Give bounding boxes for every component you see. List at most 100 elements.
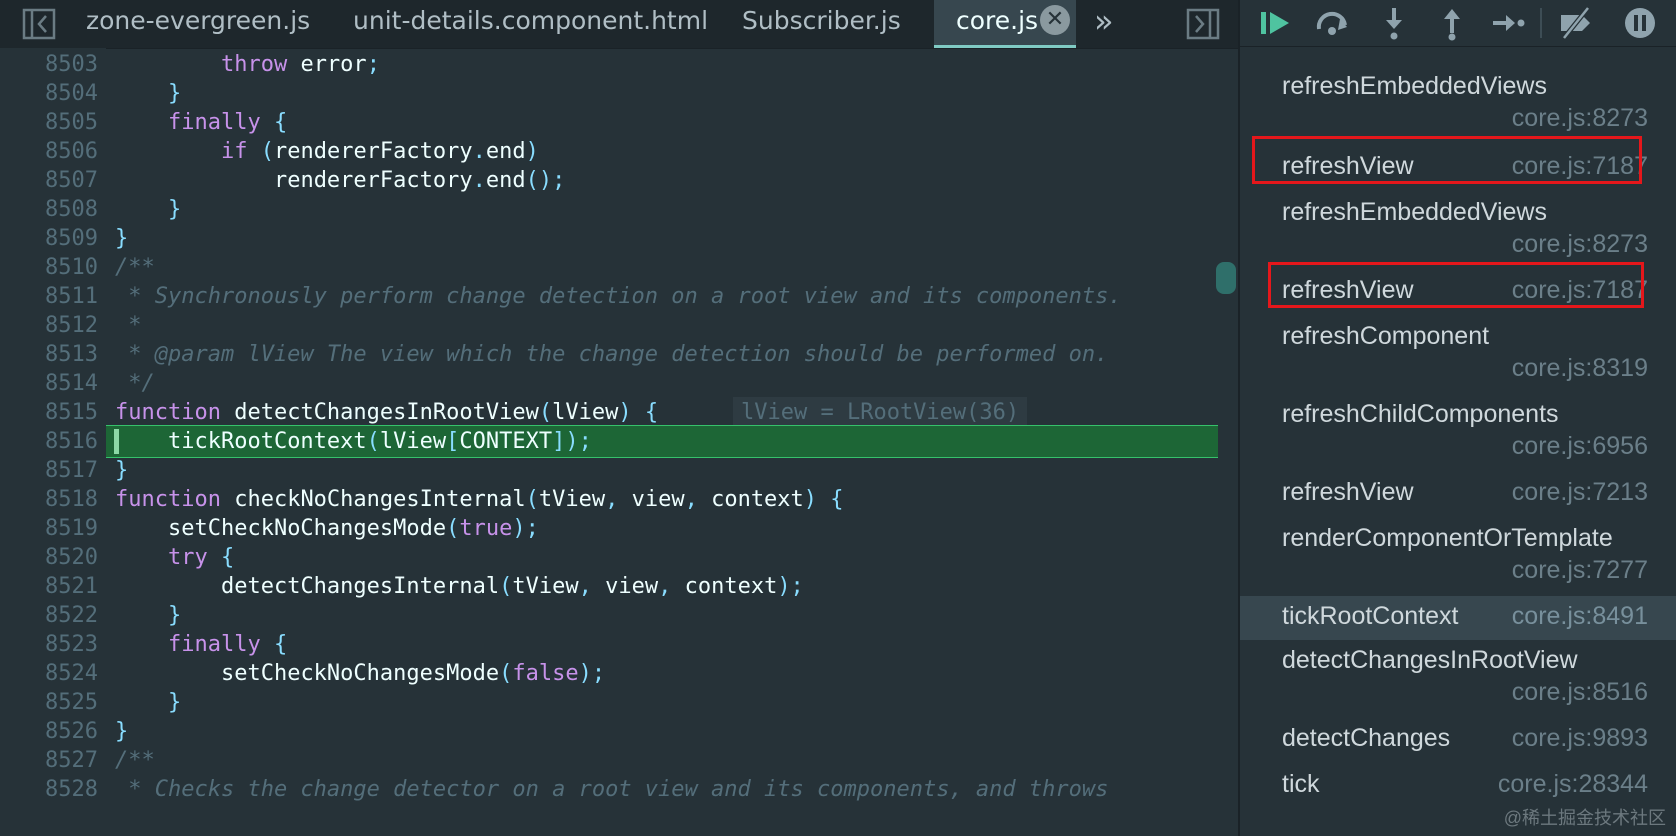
call-stack-frame[interactable]: detectChanges core.js:9893: [1240, 718, 1676, 764]
frame-location[interactable]: core.js:28344: [1498, 770, 1648, 799]
line-number[interactable]: 8513: [0, 339, 98, 370]
frame-location[interactable]: core.js:7277: [1512, 556, 1648, 585]
code-text[interactable]: setCheckNoChangesMode(false);: [115, 658, 605, 689]
code-line: 8523 finally {: [0, 629, 1240, 660]
frame-location[interactable]: core.js:8273: [1512, 104, 1648, 133]
call-stack-frame[interactable]: refreshEmbeddedViews core.js:8273: [1240, 66, 1676, 144]
line-number[interactable]: 8526: [0, 716, 98, 747]
line-number[interactable]: 8525: [0, 687, 98, 718]
code-token: (: [446, 516, 460, 541]
step-icon[interactable]: [1490, 5, 1526, 41]
tab-unit-details[interactable]: unit-details.component.html: [353, 0, 708, 48]
code-text[interactable]: detectChangesInternal(tView, view, conte…: [115, 571, 804, 602]
line-number[interactable]: 8507: [0, 165, 98, 196]
code-token: (: [538, 400, 553, 425]
line-number[interactable]: 8515: [0, 397, 98, 428]
code-line: 8516 tickRootContext(lView[CONTEXT]);: [0, 426, 1240, 457]
frame-location[interactable]: core.js:9893: [1512, 724, 1648, 753]
line-number[interactable]: 8506: [0, 136, 98, 167]
code-text[interactable]: finally {: [115, 107, 287, 138]
resume-icon[interactable]: [1258, 5, 1294, 41]
call-stack-frame[interactable]: refreshEmbeddedViews core.js:8273: [1240, 192, 1676, 270]
close-icon[interactable]: ✕: [1040, 5, 1070, 35]
more-tabs-icon[interactable]: »: [1094, 0, 1114, 48]
line-number[interactable]: 8517: [0, 455, 98, 486]
call-stack-frame[interactable]: refreshView core.js:7213: [1240, 46, 1676, 62]
code-text[interactable]: if (rendererFactory.end): [115, 136, 539, 167]
call-stack-frame[interactable]: refreshChildComponents core.js:6956: [1240, 394, 1676, 472]
line-number[interactable]: 8527: [0, 745, 98, 776]
code-text[interactable]: throw error;: [115, 49, 380, 80]
line-number[interactable]: 8523: [0, 629, 98, 660]
frame-location[interactable]: core.js:8319: [1512, 354, 1648, 383]
tab-core-js[interactable]: core.js ✕: [934, 0, 1076, 48]
code-text[interactable]: }: [115, 455, 128, 486]
code-token: context: [711, 487, 804, 512]
step-into-icon[interactable]: [1376, 5, 1412, 41]
line-number[interactable]: 8521: [0, 571, 98, 602]
frame-location[interactable]: core.js:8491: [1512, 602, 1648, 631]
line-number[interactable]: 8511: [0, 281, 98, 312]
code-text[interactable]: }: [115, 223, 128, 254]
code-token: * Checks the change detector on a root v…: [115, 777, 1109, 802]
deactivate-breakpoints-icon[interactable]: [1558, 5, 1594, 41]
line-number[interactable]: 8510: [0, 252, 98, 283]
line-number[interactable]: 8504: [0, 78, 98, 109]
code-text[interactable]: function checkNoChangesInternal(tView, v…: [115, 484, 844, 515]
frame-location[interactable]: core.js:8516: [1512, 678, 1648, 707]
step-out-icon[interactable]: [1434, 5, 1470, 41]
call-stack-frame[interactable]: detectChangesInRootView core.js:8516: [1240, 640, 1676, 718]
line-number[interactable]: 8524: [0, 658, 98, 689]
code-text[interactable]: }: [115, 600, 181, 631]
code-text[interactable]: setCheckNoChangesMode(true);: [115, 513, 539, 544]
code-text[interactable]: }: [115, 194, 181, 225]
code-text[interactable]: }: [115, 687, 181, 718]
line-number[interactable]: 8503: [0, 49, 98, 80]
code-text[interactable]: * Checks the change detector on a root v…: [115, 774, 1108, 805]
code-text[interactable]: rendererFactory.end();: [115, 165, 565, 196]
code-text[interactable]: */: [115, 368, 155, 399]
call-stack-frame[interactable]: renderComponentOrTemplate core.js:7277: [1240, 518, 1676, 596]
toggle-navigator-icon[interactable]: [20, 4, 60, 44]
code-token: {: [260, 632, 288, 657]
code-text[interactable]: try {: [115, 542, 234, 573]
code-text[interactable]: *: [115, 310, 141, 341]
line-number[interactable]: 8516: [0, 426, 98, 457]
line-number[interactable]: 8520: [0, 542, 98, 573]
tab-subscriber[interactable]: Subscriber.js: [742, 0, 901, 48]
line-number[interactable]: 8518: [0, 484, 98, 515]
step-over-icon[interactable]: [1314, 5, 1350, 41]
call-stack-frame[interactable]: refreshComponent core.js:8319: [1240, 316, 1676, 394]
code-line: 8503 throw error;: [0, 49, 1240, 80]
call-stack-frame[interactable]: refreshView core.js:7213: [1240, 472, 1676, 518]
scrollbar-thumb[interactable]: [1216, 262, 1236, 294]
code-text[interactable]: }: [115, 716, 128, 747]
frame-location[interactable]: core.js:6956: [1512, 432, 1648, 461]
frame-location[interactable]: core.js:7213: [1512, 46, 1648, 47]
line-number[interactable]: 8522: [0, 600, 98, 631]
line-number[interactable]: 8514: [0, 368, 98, 399]
line-number[interactable]: 8512: [0, 310, 98, 341]
code-text[interactable]: /**: [115, 745, 155, 776]
code-text[interactable]: /**: [115, 252, 155, 283]
tab-zone-evergreen[interactable]: zone-evergreen.js: [86, 0, 310, 48]
line-number[interactable]: 8505: [0, 107, 98, 138]
code-token: end: [485, 168, 526, 193]
line-number[interactable]: 8508: [0, 194, 98, 225]
code-text[interactable]: tickRootContext(lView[CONTEXT]);: [115, 426, 592, 457]
code-text[interactable]: * @param lView The view which the change…: [115, 339, 1108, 370]
line-number[interactable]: 8528: [0, 774, 98, 805]
frame-location[interactable]: core.js:7213: [1512, 478, 1648, 507]
code-text[interactable]: function detectChangesInRootView(lView) …: [115, 397, 658, 428]
code-text[interactable]: * Synchronously perform change detection…: [115, 281, 1121, 312]
toggle-debugger-icon[interactable]: [1184, 4, 1224, 44]
code-token: }: [115, 458, 129, 483]
code-token: (: [366, 429, 380, 454]
frame-location[interactable]: core.js:8273: [1512, 230, 1648, 259]
line-number[interactable]: 8509: [0, 223, 98, 254]
line-number[interactable]: 8519: [0, 513, 98, 544]
pause-on-exceptions-icon[interactable]: [1622, 5, 1658, 41]
call-stack-frame[interactable]: tickRootContext core.js:8491: [1240, 596, 1676, 640]
code-text[interactable]: finally {: [115, 629, 287, 660]
code-text[interactable]: }: [115, 78, 181, 109]
